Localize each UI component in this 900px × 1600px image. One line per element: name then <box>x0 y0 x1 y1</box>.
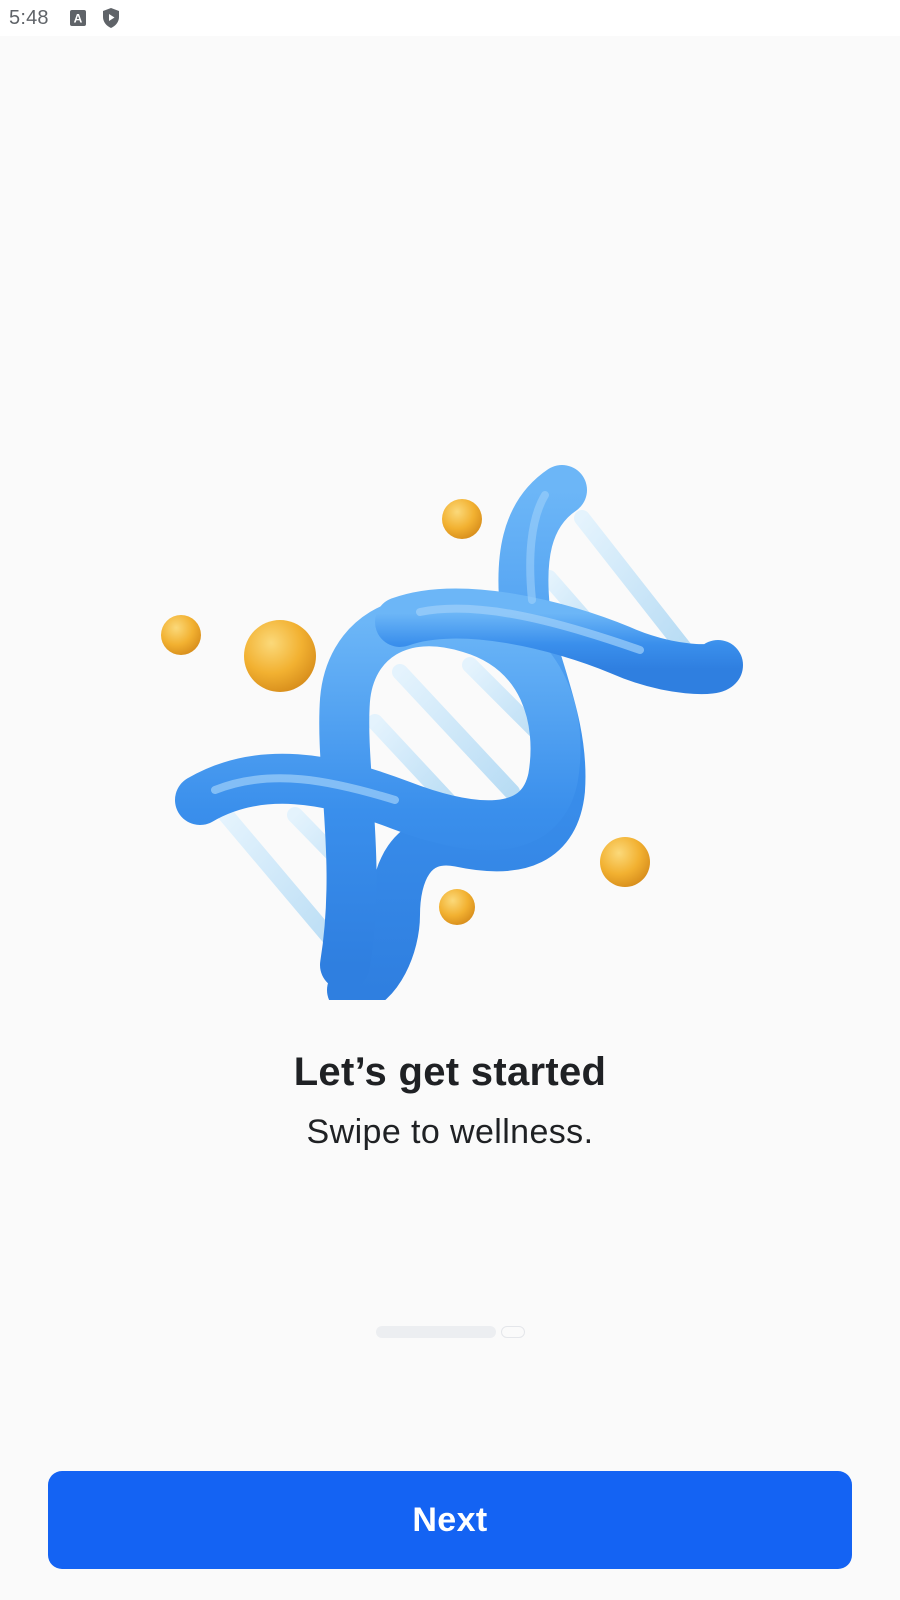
dna-helix-icon <box>161 465 743 1000</box>
shield-play-icon <box>101 7 121 29</box>
page-dot-inactive[interactable] <box>501 1326 525 1338</box>
sphere <box>244 620 316 692</box>
sphere <box>161 615 201 655</box>
notification-a-icon: A <box>69 9 87 27</box>
sphere <box>600 837 650 887</box>
sphere <box>442 499 482 539</box>
page-subtitle: Swipe to wellness. <box>306 1113 594 1151</box>
page-dot-active[interactable] <box>376 1326 496 1338</box>
svg-text:A: A <box>73 12 82 26</box>
page-title: Let’s get started <box>293 1050 607 1094</box>
status-bar: 5:48 A <box>0 0 900 36</box>
page-indicator <box>376 1326 525 1338</box>
next-button[interactable]: Next <box>48 1471 852 1569</box>
status-time: 5:48 <box>9 6 49 29</box>
sphere <box>439 889 475 925</box>
onboarding-screen: 5:48 A Let’s get started Swipe to wellne… <box>0 0 900 1600</box>
